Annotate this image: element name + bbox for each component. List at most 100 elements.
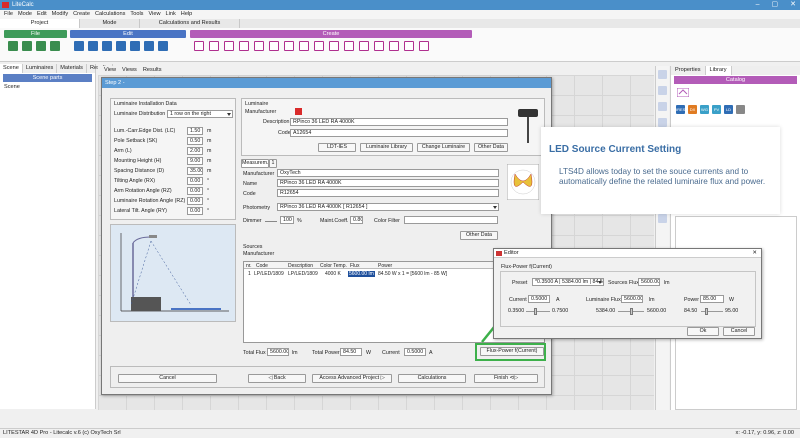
ry-input[interactable]: 0.00 (187, 207, 203, 215)
maximize-button[interactable]: ▢ (772, 0, 779, 10)
tab-materials[interactable]: Materials (57, 64, 87, 73)
save-file-icon[interactable] (36, 41, 46, 51)
create-object-icon[interactable] (299, 41, 309, 51)
description-input[interactable]: RPinco 36 LED RA 4000K (290, 118, 508, 126)
dx-format-icon[interactable]: DX (688, 105, 697, 114)
minimize-button[interactable]: – (756, 0, 760, 10)
create-road-icon[interactable] (209, 41, 219, 51)
current-slider-thumb[interactable] (534, 308, 537, 315)
array-icon[interactable] (144, 41, 154, 51)
create-text-icon[interactable] (374, 41, 384, 51)
view-menu-views[interactable]: Views (122, 66, 137, 75)
select-icon[interactable] (74, 41, 84, 51)
menu-view[interactable]: View (148, 10, 160, 19)
arm-input[interactable]: 2.00 (187, 147, 203, 155)
menu-mode[interactable]: Mode (18, 10, 32, 19)
tab-scene[interactable]: Scene (0, 64, 23, 73)
power-slider[interactable] (701, 308, 723, 315)
create-pole-icon[interactable] (329, 41, 339, 51)
menu-help[interactable]: Help (181, 10, 193, 19)
tab-mode[interactable]: Mode (80, 19, 140, 28)
ires-format-icon[interactable]: IRES (676, 105, 685, 114)
scene-tree-item[interactable]: Scene (0, 83, 95, 91)
calculations-button[interactable]: Calculations (398, 374, 466, 383)
pan-icon[interactable] (658, 86, 667, 95)
finish-button[interactable]: Finish ⊲▷ (474, 374, 538, 383)
editor-current-input[interactable]: 0.5000 (528, 295, 550, 303)
ld-format-icon[interactable]: LD (724, 105, 733, 114)
measure-other-data-button[interactable]: Other Data (460, 231, 498, 240)
photometry-select[interactable]: RPinco 36 LED RA 4000K [ R12654 ] (277, 203, 499, 211)
wg-format-icon[interactable]: WG (700, 105, 709, 114)
distribution-select[interactable]: 1 row on the right (167, 110, 233, 118)
catalog-luminaire-icon[interactable] (676, 87, 690, 98)
create-window-icon[interactable] (284, 41, 294, 51)
orbit-icon[interactable] (658, 102, 667, 111)
create-grid-icon[interactable] (344, 41, 354, 51)
tab-calculations-results[interactable]: Calculations and Results (140, 19, 240, 28)
menu-create[interactable]: Create (73, 10, 90, 19)
create-door-icon[interactable] (269, 41, 279, 51)
tab-properties[interactable]: Properties (671, 66, 706, 75)
lum-rz-input[interactable]: 0.00 (187, 197, 203, 205)
menu-edit[interactable]: Edit (37, 10, 47, 19)
copy-icon[interactable] (130, 41, 140, 51)
menu-link[interactable]: Link (166, 10, 176, 19)
height-input[interactable]: 9.00 (187, 157, 203, 165)
create-sun-icon[interactable] (404, 41, 414, 51)
current-input[interactable]: 0.5000 (404, 348, 426, 356)
luminaire-other-data-button[interactable]: Other Data (474, 143, 508, 152)
create-wall-icon[interactable] (254, 41, 264, 51)
rx-input[interactable]: 0.00 (187, 177, 203, 185)
advanced-project-button[interactable]: Access Advanced Project ▷ (312, 374, 392, 383)
editor-power-input[interactable]: 85.00 (700, 295, 724, 303)
code-input[interactable]: A12654 (290, 129, 508, 137)
print-icon[interactable] (50, 41, 60, 51)
pv-format-icon[interactable]: PV (712, 105, 721, 114)
tab-luminaires[interactable]: Luminaires (23, 64, 58, 73)
luminaire-library-button[interactable]: Luminaire Library (360, 143, 413, 152)
tab-measurem[interactable]: Measurem. (241, 159, 269, 168)
measure-name-input[interactable]: RPinco 36 LED RA 4000K (277, 179, 499, 187)
view-menu-results[interactable]: Results (143, 66, 162, 75)
tab-library[interactable]: Library (705, 66, 732, 75)
open-file-icon[interactable] (22, 41, 32, 51)
maint-coeff-input[interactable]: 0.80 (350, 216, 363, 224)
wire-icon[interactable] (658, 214, 667, 223)
editor-close-icon[interactable]: ✕ (752, 249, 757, 258)
create-area-icon[interactable] (224, 41, 234, 51)
editor-cancel-button[interactable]: Cancel (723, 327, 755, 336)
current-slider[interactable] (526, 308, 550, 315)
create-camera-icon[interactable] (359, 41, 369, 51)
flux-cell[interactable]: 5600.00 lm (348, 271, 375, 277)
arm-rz-input[interactable]: 0.00 (187, 187, 203, 195)
menu-modify[interactable]: Modify (52, 10, 68, 19)
menu-tools[interactable]: Tools (130, 10, 143, 19)
tab-project[interactable]: Project (0, 19, 80, 28)
measure-manufacturer-input[interactable]: OxyTech (277, 169, 499, 177)
delete-icon[interactable] (158, 41, 168, 51)
menu-file[interactable]: File (4, 10, 13, 19)
create-room-icon[interactable] (194, 41, 204, 51)
create-more-icon[interactable] (419, 41, 429, 51)
ldt-ies-button[interactable]: LDT-IES (318, 143, 356, 152)
power-slider-thumb[interactable] (705, 308, 708, 315)
measure-tab-number[interactable]: 1 (269, 159, 277, 168)
view-menu-view[interactable]: View (104, 66, 116, 75)
view-top-icon[interactable] (658, 118, 667, 127)
measure-code-input[interactable]: R12654 (277, 189, 499, 197)
color-filter-input[interactable] (404, 216, 498, 224)
create-measure-icon[interactable] (389, 41, 399, 51)
zoom-icon[interactable] (658, 70, 667, 79)
settings-format-icon[interactable] (736, 105, 745, 114)
preset-select[interactable]: *0.3500 A | 5384.00 lm | 84.50 W (532, 278, 604, 286)
new-file-icon[interactable] (8, 41, 18, 51)
create-building-icon[interactable] (239, 41, 249, 51)
lc-input[interactable]: 1.50 (187, 127, 203, 135)
editor-ok-button[interactable]: Ok (687, 327, 719, 336)
sk-input[interactable]: 0.50 (187, 137, 203, 145)
luminaire-flux-slider[interactable] (618, 308, 644, 315)
create-luminaire-icon[interactable] (314, 41, 324, 51)
spacing-input[interactable]: 35.00 (187, 167, 203, 175)
change-luminaire-button[interactable]: Change Luminaire (417, 143, 470, 152)
